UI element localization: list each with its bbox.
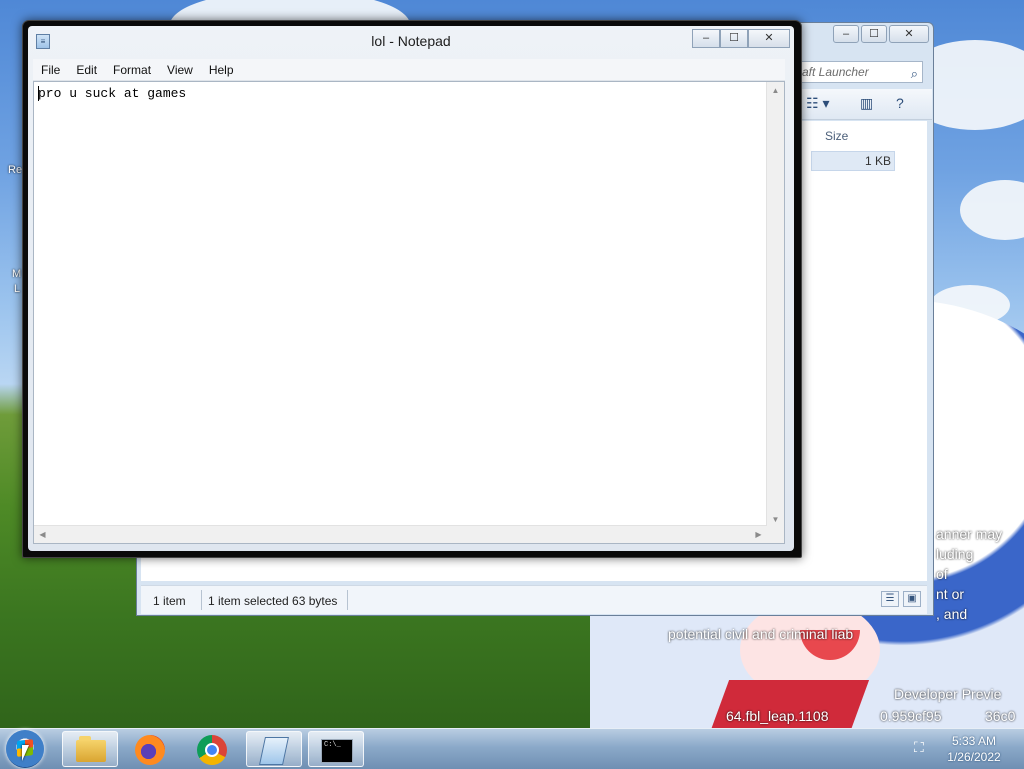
build-watermark: Developer Previe xyxy=(894,686,1002,702)
desktop-icon-label[interactable]: L xyxy=(14,283,20,295)
menu-format[interactable]: Format xyxy=(105,63,159,77)
taskbar-notepad-button[interactable] xyxy=(246,731,302,767)
notepad-window[interactable]: ≡ lol - Notepad – ☐ ✕ File Edit Format V… xyxy=(22,20,802,558)
text-caret xyxy=(38,86,39,101)
view-options-icon[interactable]: ☷ ▾ xyxy=(806,95,829,112)
chrome-icon xyxy=(197,735,227,765)
build-watermark: 64.fbl_leap.1108 xyxy=(726,708,829,724)
text-editor-area[interactable]: pro u suck at games ▲ ▼ ◀ ▶ xyxy=(33,81,785,544)
explorer-caption-buttons: – ☐ ✕ xyxy=(833,25,929,43)
menu-view[interactable]: View xyxy=(159,63,201,77)
firefox-icon xyxy=(135,735,165,765)
preview-pane-icon[interactable]: ▥ xyxy=(860,95,873,112)
column-header-size[interactable]: Size xyxy=(825,129,848,143)
mouse-cursor-icon xyxy=(22,745,29,761)
watermark-text: nt or xyxy=(936,586,965,602)
taskbar: C:\_ ⛶ 5:33 AM 1/26/2022 xyxy=(0,728,1024,769)
status-separator xyxy=(201,590,202,610)
cloud xyxy=(960,180,1024,240)
clock-time: 5:33 AM xyxy=(951,734,997,748)
status-selection: 1 item selected 63 bytes xyxy=(208,594,338,608)
document-text[interactable]: pro u suck at games xyxy=(38,86,186,101)
notepad-icon xyxy=(259,737,289,765)
search-icon[interactable]: ⌕ xyxy=(911,64,918,82)
menu-bar: File Edit Format View Help xyxy=(33,59,785,81)
build-watermark: 0.959cf95 xyxy=(880,708,942,724)
close-button[interactable]: ✕ xyxy=(748,29,790,48)
watermark-text: anner may xyxy=(936,526,1003,542)
watermark-text: of xyxy=(936,566,948,582)
notepad-caption-buttons: – ☐ ✕ xyxy=(692,29,790,48)
horizontal-scrollbar[interactable]: ◀ ▶ xyxy=(34,525,767,543)
search-input[interactable]: aft Launcher ⌕ xyxy=(797,61,923,83)
folder-icon xyxy=(76,736,106,762)
close-button[interactable]: ✕ xyxy=(889,25,929,43)
watermark-text: potential civil and criminal liab xyxy=(668,626,854,642)
desktop-icon-label[interactable]: Re xyxy=(8,164,22,176)
command-prompt-icon: C:\_ xyxy=(321,739,353,763)
taskbar-chrome-button[interactable] xyxy=(184,731,240,767)
maximize-button[interactable]: ☐ xyxy=(861,25,887,43)
menu-edit[interactable]: Edit xyxy=(68,63,105,77)
menu-help[interactable]: Help xyxy=(201,63,242,77)
large-icons-view-icon[interactable]: ▣ xyxy=(903,591,921,607)
size-grip[interactable] xyxy=(767,526,784,543)
clock-date: 1/26/2022 xyxy=(947,750,1001,764)
taskbar-explorer-button[interactable] xyxy=(62,731,118,767)
details-view-icon[interactable]: ☰ xyxy=(881,591,899,607)
desktop-icon-label[interactable]: M xyxy=(12,268,21,280)
minimize-button[interactable]: – xyxy=(833,25,859,43)
watermark-text: , and xyxy=(936,606,968,622)
vertical-scrollbar[interactable]: ▲ ▼ xyxy=(766,82,784,528)
search-placeholder: aft Launcher xyxy=(802,65,869,79)
status-separator xyxy=(347,590,348,610)
network-icon[interactable]: ⛶ xyxy=(914,739,924,756)
watermark-text: luding xyxy=(936,546,974,562)
scroll-up-icon[interactable]: ▲ xyxy=(767,82,784,99)
minimize-button[interactable]: – xyxy=(692,29,720,48)
scroll-right-icon[interactable]: ▶ xyxy=(750,526,767,543)
taskbar-firefox-button[interactable] xyxy=(122,731,178,767)
file-size-cell: 1 KB xyxy=(865,154,892,168)
menu-file[interactable]: File xyxy=(33,63,68,77)
build-watermark: 36c0 xyxy=(985,708,1016,724)
taskbar-cmd-button[interactable]: C:\_ xyxy=(308,731,364,767)
help-icon[interactable]: ? xyxy=(896,95,904,111)
status-bar: 1 item 1 item selected 63 bytes ☰ ▣ xyxy=(141,585,927,614)
scroll-left-icon[interactable]: ◀ xyxy=(34,526,51,543)
system-clock[interactable]: 5:33 AM 1/26/2022 xyxy=(934,733,1014,765)
notepad-frame: ≡ lol - Notepad – ☐ ✕ File Edit Format V… xyxy=(28,26,794,551)
window-title: lol - Notepad xyxy=(371,33,451,49)
maximize-button[interactable]: ☐ xyxy=(720,29,748,48)
status-item-count: 1 item xyxy=(153,594,186,608)
